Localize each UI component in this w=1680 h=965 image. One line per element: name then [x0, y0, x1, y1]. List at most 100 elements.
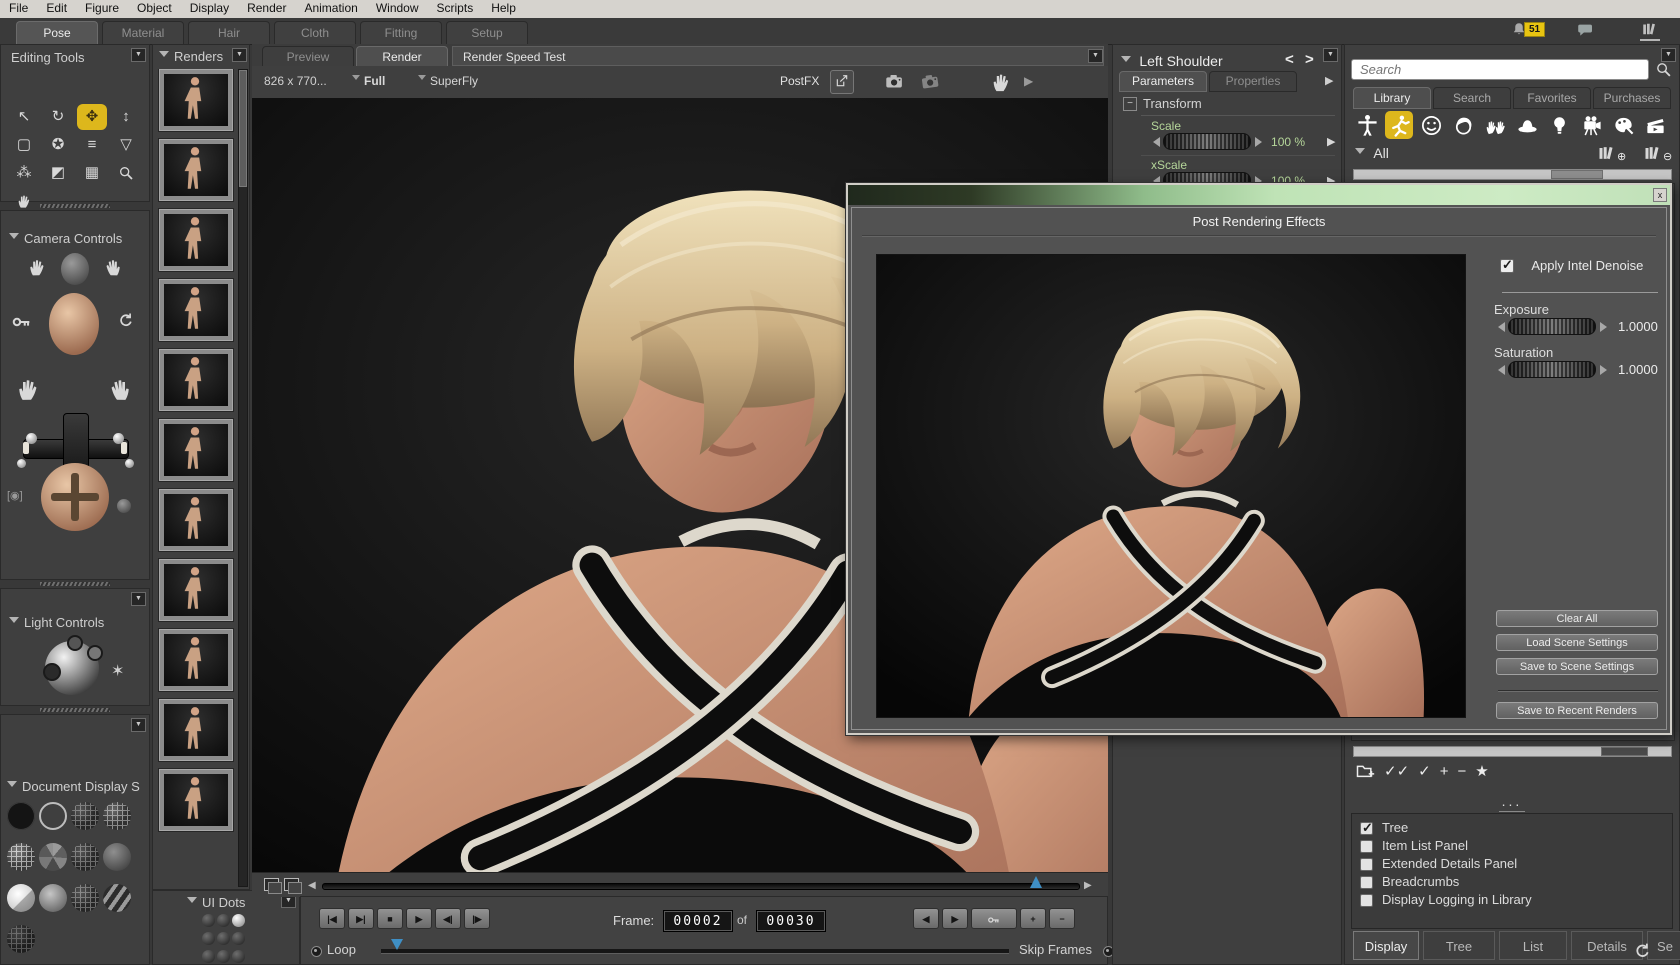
mode-tab-setup[interactable]: Setup [446, 21, 528, 44]
display-style-sketch[interactable] [103, 884, 131, 912]
scale-dial[interactable] [1163, 133, 1251, 150]
check-button[interactable]: ✓ [1418, 762, 1431, 780]
dial-options-arrow-icon[interactable]: ▶ [1327, 135, 1335, 148]
pan-hand-icon[interactable] [990, 70, 1012, 94]
tab-parameters[interactable]: Parameters [1119, 71, 1207, 92]
dial-decrement[interactable] [1498, 322, 1505, 332]
render-size-dropdown[interactable]: Full [352, 74, 385, 88]
current-frame-field[interactable] [663, 910, 733, 932]
prev-actor-button[interactable]: < [1285, 51, 1294, 68]
camera-dot-right2[interactable] [125, 459, 134, 468]
area-render-camera-icon[interactable] [919, 70, 944, 95]
render-thumbnail[interactable] [159, 769, 233, 831]
animating-key-icon[interactable] [11, 311, 33, 333]
category-lights-icon[interactable] [1545, 111, 1573, 139]
library-tab-purchases[interactable]: Purchases [1593, 87, 1671, 109]
step-back-button[interactable]: ◀| [435, 908, 461, 929]
face-camera-icon[interactable] [61, 253, 89, 285]
ui-dot-3[interactable] [232, 914, 245, 927]
option-tree[interactable]: Tree [1352, 819, 1672, 837]
right-hand-camera-icon[interactable] [107, 361, 133, 417]
exposure-dial[interactable] [1508, 318, 1596, 335]
camera-select-icon[interactable]: [◉] [7, 489, 23, 502]
collapse-caret-icon[interactable] [9, 617, 19, 628]
collapse-caret-icon[interactable] [9, 233, 19, 244]
library-lower-hscrollbar[interactable] [1353, 746, 1672, 757]
library-tab-library[interactable]: Library [1353, 87, 1431, 109]
library-lower-hscrollbar-thumb[interactable] [1601, 747, 1647, 756]
category-hair-icon[interactable] [1449, 111, 1477, 139]
loop-radio[interactable] [311, 946, 322, 957]
dial-decrement[interactable] [1153, 137, 1160, 147]
category-cameras-icon[interactable] [1577, 111, 1605, 139]
grouping-tool[interactable]: ▦ [77, 160, 107, 186]
stop-button[interactable]: ■ [377, 908, 403, 929]
camera-dot-left2[interactable] [17, 459, 26, 468]
remove-item-button[interactable]: − [1457, 763, 1466, 780]
collapse-caret-icon[interactable] [187, 897, 197, 908]
display-style-cartoon[interactable] [7, 884, 35, 912]
mode-tab-cloth[interactable]: Cloth [274, 21, 356, 44]
light-indicator-icon[interactable] [67, 635, 83, 651]
add-folder-button[interactable] [1355, 761, 1375, 781]
library-more-handle[interactable]: ... [1345, 793, 1679, 812]
library-hscrollbar[interactable] [1353, 169, 1672, 180]
render-thumbnail[interactable] [159, 139, 233, 201]
select-tool[interactable]: ↖ [9, 104, 39, 130]
panel-resize-handle[interactable] [0, 580, 150, 588]
camera-dot-right[interactable] [113, 433, 124, 444]
item-list-panel-checkbox[interactable] [1360, 840, 1373, 853]
postfx-label[interactable]: PostFX [780, 74, 819, 88]
twist-tool[interactable]: ✪ [43, 132, 73, 158]
notification-badge[interactable]: 51 [1524, 22, 1545, 37]
render-thumbnail[interactable] [159, 419, 233, 481]
panel-resize-handle[interactable] [0, 202, 150, 210]
content-library-icon[interactable] [1640, 20, 1660, 41]
document-display-menu-button[interactable]: ▼ [131, 718, 146, 732]
mode-tab-material[interactable]: Material [102, 21, 184, 44]
menu-edit[interactable]: Edit [37, 0, 76, 17]
rotate-tool[interactable]: ↻ [43, 104, 73, 130]
close-icon[interactable]: x [1653, 188, 1667, 202]
mode-tab-pose[interactable]: Pose [16, 21, 98, 44]
library-tab-favorites[interactable]: Favorites [1513, 87, 1591, 109]
tabs-overflow-arrow-icon[interactable]: ▶ [1325, 74, 1333, 87]
display-logging-in-library-checkbox[interactable] [1360, 894, 1373, 907]
mode-tab-hair[interactable]: Hair [188, 21, 270, 44]
category-expressions-icon[interactable] [1417, 111, 1445, 139]
next-actor-button[interactable]: > [1305, 51, 1314, 68]
delete-keyframe-button[interactable]: − [1049, 908, 1075, 929]
saturation-dial[interactable] [1508, 361, 1596, 378]
camera-dot-left[interactable] [26, 433, 37, 444]
bottom-tab-se[interactable]: Se [1647, 931, 1680, 960]
apply-intel-denoise-checkbox[interactable] [1500, 259, 1514, 273]
magnifier-tool[interactable] [111, 160, 141, 186]
panel-resize-handle[interactable] [0, 706, 150, 714]
display-style-flat-lined[interactable] [71, 843, 99, 871]
renders-menu-button[interactable]: ▼ [232, 48, 247, 62]
hands-camera-icon-right[interactable] [103, 257, 123, 277]
save-to-recent-renders-button[interactable]: Save to Recent Renders [1496, 702, 1658, 719]
add-keyframe-button[interactable]: + [1020, 908, 1046, 929]
first-frame-button[interactable]: |◀ [319, 908, 345, 929]
display-style-wireframe[interactable] [71, 802, 99, 830]
ui-dot-5[interactable] [217, 932, 230, 945]
render-thumbnail[interactable] [159, 629, 233, 691]
slider-right-arrow-icon[interactable]: ▶ [1084, 880, 1092, 891]
display-style-outline[interactable] [39, 802, 67, 830]
menu-file[interactable]: File [0, 0, 37, 17]
document-title-bar[interactable]: Render Speed Test [452, 46, 1104, 66]
saturation-value[interactable]: 1.0000 [1618, 362, 1658, 377]
library-hscrollbar-thumb[interactable] [1551, 170, 1604, 179]
dial-decrement[interactable] [1498, 365, 1505, 375]
search-input[interactable] [1351, 59, 1649, 80]
keyframes-button[interactable] [971, 908, 1017, 929]
camera-rotate-icon[interactable] [117, 311, 134, 328]
editing-tools-menu-button[interactable]: ▼ [131, 48, 146, 62]
hands-camera-icon[interactable] [27, 257, 47, 277]
menu-display[interactable]: Display [181, 0, 238, 17]
display-style-smooth-shaded[interactable] [39, 884, 67, 912]
load-scene-settings-button[interactable]: Load Scene Settings [1496, 634, 1658, 651]
tree-checkbox[interactable] [1360, 822, 1373, 835]
menu-figure[interactable]: Figure [76, 0, 128, 17]
